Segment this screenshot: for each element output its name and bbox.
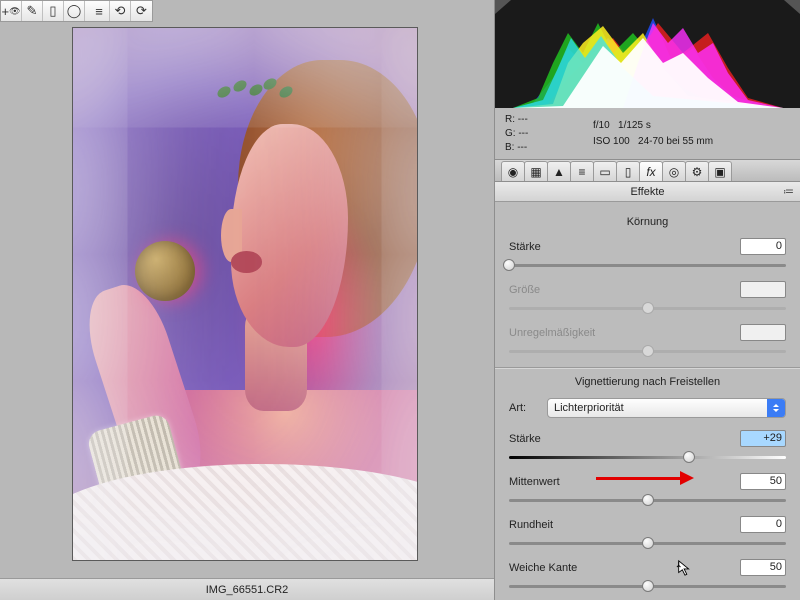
vignette-feather-slider[interactable] [509, 578, 786, 594]
right-panel: R: --- G: --- B: --- f/10 1/125 s ISO 10… [494, 0, 800, 600]
aperture-text: f/10 [593, 120, 610, 131]
shutter-text: 1/125 s [618, 120, 651, 131]
vignette-feather-value[interactable]: 50 [740, 559, 786, 576]
tab-lens[interactable]: ▯ [616, 161, 640, 181]
tab-snapshots[interactable]: ▣ [708, 161, 732, 181]
panel-menu-icon[interactable]: ≔ [783, 185, 794, 198]
vignette-midpoint-label: Mittenwert [509, 476, 740, 488]
lens-text: 24-70 bei 55 mm [638, 136, 713, 147]
tab-presets[interactable]: ⚙ [685, 161, 709, 181]
gradient-tool[interactable]: ▯ [43, 1, 64, 21]
brush-tool[interactable]: ✎ [22, 1, 43, 21]
chevron-updown-icon [767, 399, 785, 417]
readout-b: B: --- [505, 141, 585, 155]
tab-effects[interactable]: fx [639, 161, 663, 181]
highlight-clip-indicator[interactable] [784, 0, 800, 14]
panel-tabs: ◉ ▦ ▲ ≡ ▭ ▯ fx ◎ ⚙ ▣ [495, 160, 800, 182]
filename-bar: IMG_66551.CR2 [0, 578, 494, 600]
vignette-midpoint-value[interactable]: 50 [740, 473, 786, 490]
image-canvas[interactable] [72, 27, 418, 561]
grain-rough-value [740, 324, 786, 341]
shadow-clip-indicator[interactable] [495, 0, 511, 14]
grain-size-value [740, 281, 786, 298]
grain-amount-slider[interactable] [509, 257, 786, 273]
vignette-style-value: Lichterpriorität [554, 402, 624, 414]
list-icon[interactable]: ≡ [89, 1, 110, 21]
rotate-cw-icon[interactable]: ⟳ [131, 1, 152, 21]
grain-amount-value[interactable]: 0 [740, 238, 786, 255]
grain-rough-label: Unregelmäßigkeit [509, 327, 740, 339]
preview-area: IMG_66551.CR2 [0, 22, 494, 600]
iso-text: ISO 100 [593, 136, 630, 147]
metadata-row: R: --- G: --- B: --- f/10 1/125 s ISO 10… [495, 108, 800, 160]
grain-size-label: Größe [509, 284, 740, 296]
grain-size-slider [509, 300, 786, 316]
panel-title-bar: Effekte ≔ [495, 182, 800, 202]
vignette-amount-slider[interactable] [509, 449, 786, 465]
tab-detail[interactable]: ▲ [547, 161, 571, 181]
preview-toolbar: +👁 ✎ ▯ ◯ ≡ ⟲ ⟳ [0, 0, 153, 22]
grain-section-title: Körnung [509, 216, 786, 228]
grain-amount-label: Stärke [509, 241, 740, 253]
tab-hsl[interactable]: ≡ [570, 161, 594, 181]
tab-curve[interactable]: ▦ [524, 161, 548, 181]
vignette-roundness-slider[interactable] [509, 535, 786, 551]
tab-split[interactable]: ▭ [593, 161, 617, 181]
histogram[interactable] [495, 0, 800, 108]
vignette-amount-label: Stärke [509, 433, 740, 445]
grain-rough-slider [509, 343, 786, 359]
eyedropper-plus-tool[interactable]: +👁 [1, 1, 22, 21]
tab-camera[interactable]: ◎ [662, 161, 686, 181]
vignette-roundness-label: Rundheit [509, 519, 740, 531]
rotate-ccw-icon[interactable]: ⟲ [110, 1, 131, 21]
effects-panel-body: Körnung Stärke 0 Größe Unregelmäßigkeit … [495, 202, 800, 600]
readout-r: R: --- [505, 113, 585, 127]
readout-g: G: --- [505, 127, 585, 141]
radial-tool[interactable]: ◯ [64, 1, 85, 21]
vignette-style-label: Art: [509, 402, 547, 414]
vignette-amount-value[interactable]: +29 [740, 430, 786, 447]
vignette-section-title: Vignettierung nach Freistellen [509, 376, 786, 388]
vignette-style-select[interactable]: Lichterpriorität [547, 398, 786, 418]
panel-title-text: Effekte [630, 186, 664, 198]
filename-text: IMG_66551.CR2 [206, 584, 289, 596]
vignette-feather-label: Weiche Kante [509, 562, 740, 574]
vignette-midpoint-slider[interactable] [509, 492, 786, 508]
vignette-roundness-value[interactable]: 0 [740, 516, 786, 533]
tab-basic[interactable]: ◉ [501, 161, 525, 181]
